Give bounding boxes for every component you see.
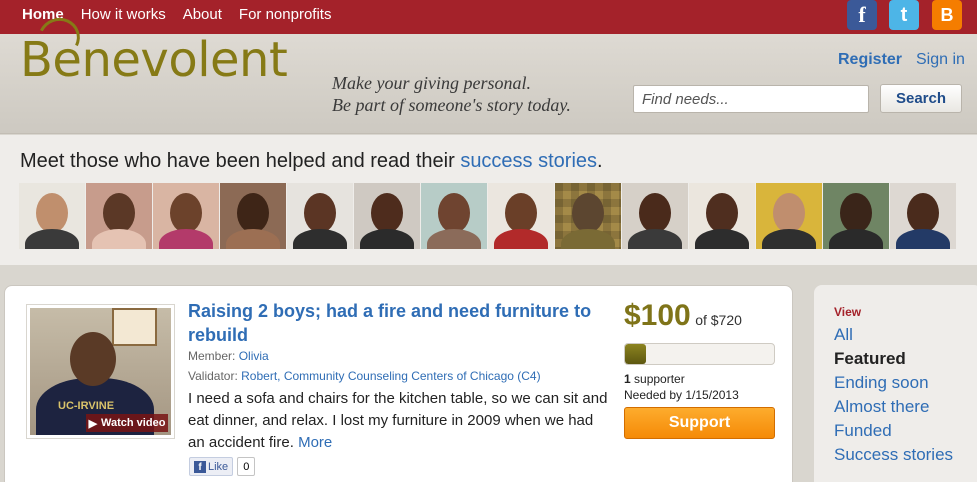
filter-featured[interactable]: Featured <box>834 347 953 371</box>
need-photo[interactable]: UC-IRVINE ▶ Watch video <box>26 304 175 439</box>
face-thumbnail[interactable] <box>689 183 755 249</box>
tagline-line-1: Make your giving personal. <box>332 73 531 93</box>
face-thumbnail[interactable] <box>823 183 889 249</box>
tagline: Make your giving personal. Be part of so… <box>332 72 571 116</box>
supporters-number: 1 <box>624 372 631 386</box>
amount-raised: $100 of $720 <box>624 299 742 333</box>
twitter-icon[interactable]: t <box>889 0 919 30</box>
search-input[interactable] <box>633 85 869 113</box>
face-thumbnails <box>19 183 956 249</box>
blogger-icon[interactable]: B <box>932 0 962 30</box>
filter-all[interactable]: All <box>834 323 953 347</box>
supporters-count: 1 supporter <box>624 372 685 386</box>
success-stories-link[interactable]: success stories <box>460 150 597 172</box>
face-thumbnail-pixelated[interactable] <box>555 183 621 249</box>
face-thumbnail[interactable] <box>622 183 688 249</box>
stories-heading-period: . <box>597 150 603 172</box>
stories-heading: Meet those who have been helped and read… <box>20 150 603 173</box>
face-thumbnail[interactable] <box>756 183 822 249</box>
facebook-icon[interactable]: f <box>847 0 877 30</box>
support-button[interactable]: Support <box>624 407 775 439</box>
need-description: I need a sofa and chairs for the kitchen… <box>188 388 613 454</box>
site-logo[interactable]: Benevolent <box>20 12 288 84</box>
face-thumbnail[interactable] <box>890 183 956 249</box>
filter-funded[interactable]: Funded <box>834 419 953 443</box>
success-stories-strip: Meet those who have been helped and read… <box>0 135 977 265</box>
facebook-icon: f <box>194 460 206 473</box>
facebook-like: f Like 0 <box>189 457 256 476</box>
member-link[interactable]: Olivia <box>239 349 269 363</box>
need-title[interactable]: Raising 2 boys; had a fire and need furn… <box>188 299 608 347</box>
amount-value: $100 <box>624 299 691 332</box>
member-line: Member: Olivia <box>188 349 269 363</box>
more-link[interactable]: More <box>298 434 332 451</box>
face-thumbnail[interactable] <box>220 183 286 249</box>
filter-success-stories[interactable]: Success stories <box>834 443 953 467</box>
goal-value: of $720 <box>695 312 742 328</box>
face-thumbnail[interactable] <box>86 183 152 249</box>
watch-video-label: Watch video <box>101 417 166 429</box>
like-button[interactable]: f Like <box>189 457 234 476</box>
needed-by: Needed by 1/15/2013 <box>624 388 739 402</box>
member-label: Member: <box>188 349 239 363</box>
validator-line: Validator: Robert, Community Counseling … <box>188 369 541 383</box>
play-icon: ▶ <box>88 417 98 430</box>
watch-video-button[interactable]: ▶ Watch video <box>86 414 168 432</box>
top-nav-bar: Home How it works About For nonprofits f… <box>0 0 977 34</box>
face-thumbnail[interactable] <box>287 183 353 249</box>
like-count: 0 <box>237 457 256 476</box>
face-thumbnail[interactable] <box>421 183 487 249</box>
nav-about[interactable]: About <box>183 0 222 30</box>
description-text: I need a sofa and chairs for the kitchen… <box>188 390 608 451</box>
validator-link[interactable]: Robert, Community Counseling Centers of … <box>241 369 540 383</box>
validator-label: Validator: <box>188 369 242 383</box>
need-card: UC-IRVINE ▶ Watch video Raising 2 boys; … <box>4 285 793 482</box>
face-thumbnail[interactable] <box>19 183 85 249</box>
stories-heading-text: Meet those who have been helped and read… <box>20 150 461 172</box>
photo-head <box>70 332 116 386</box>
supporters-label: supporter <box>630 372 685 386</box>
face-thumbnail[interactable] <box>153 183 219 249</box>
like-label: Like <box>208 460 229 473</box>
face-thumbnail[interactable] <box>354 183 420 249</box>
sweatshirt-print: UC-IRVINE <box>58 400 115 412</box>
wall-picture <box>112 308 157 346</box>
nav-how-it-works[interactable]: How it works <box>81 0 166 30</box>
sign-in-link[interactable]: Sign in <box>916 51 965 69</box>
need-photo-image: UC-IRVINE ▶ Watch video <box>30 308 171 435</box>
view-filter-title: View <box>834 305 862 319</box>
view-filter-panel: View All Featured Ending soon Almost the… <box>814 285 977 482</box>
filter-almost-there[interactable]: Almost there <box>834 395 953 419</box>
view-filter-list: All Featured Ending soon Almost there Fu… <box>834 323 953 467</box>
funding-progress-bar <box>624 343 775 365</box>
funding-progress-fill <box>625 344 646 364</box>
nav-for-nonprofits[interactable]: For nonprofits <box>239 0 332 30</box>
filter-ending-soon[interactable]: Ending soon <box>834 371 953 395</box>
tagline-line-2: Be part of someone's story today. <box>332 95 571 115</box>
face-thumbnail[interactable] <box>488 183 554 249</box>
register-link[interactable]: Register <box>838 51 902 69</box>
search-button[interactable]: Search <box>880 84 962 113</box>
